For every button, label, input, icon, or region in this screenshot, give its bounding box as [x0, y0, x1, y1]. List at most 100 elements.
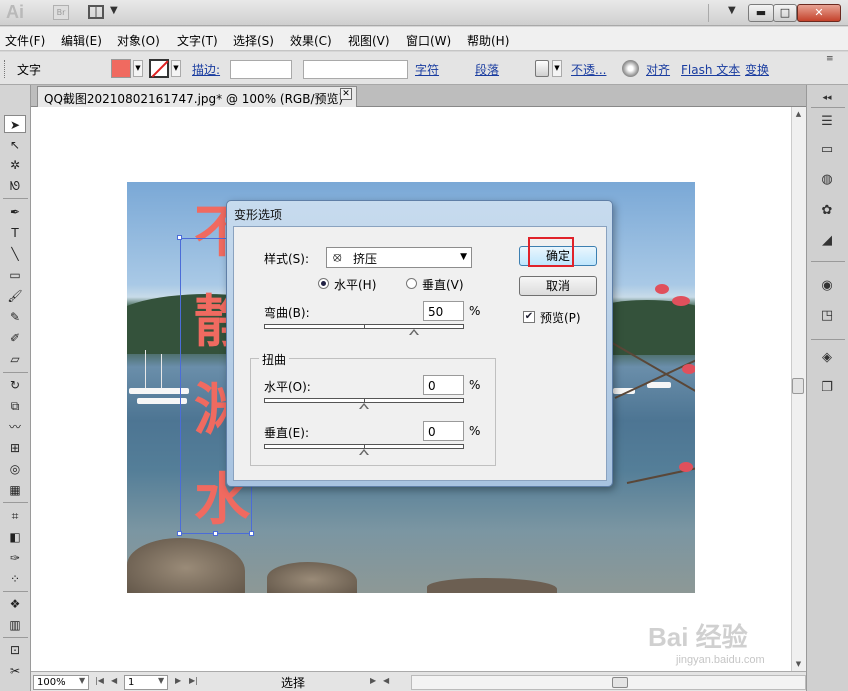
brushes-icon[interactable]: ✿ [817, 202, 837, 220]
rotate-tool-icon[interactable]: ↻ [4, 376, 26, 394]
horizontal-scroll-thumb[interactable] [612, 677, 628, 688]
character-link[interactable]: 字符 [415, 61, 439, 78]
status-menu-icon[interactable]: ▶ [370, 676, 376, 685]
cancel-button[interactable]: 取消 [519, 276, 597, 296]
warp-tool-icon[interactable]: 〰 [4, 418, 26, 436]
eraser-tool-icon[interactable]: ▱ [4, 350, 26, 368]
preview-checkbox[interactable]: ✔ [523, 311, 535, 323]
line-tool-icon[interactable]: ╲ [4, 245, 26, 263]
pencil-tool-icon[interactable]: ✎ [4, 308, 26, 326]
style-select[interactable]: ⦻ 挤压 ▼ [326, 247, 472, 268]
transform-link[interactable]: 变换 [745, 61, 769, 78]
scroll-left-icon[interactable]: ◀ [383, 676, 389, 685]
scroll-down-icon[interactable]: ▼ [792, 658, 805, 670]
horizontal-radio[interactable] [318, 278, 329, 289]
menu-file[interactable]: 文件(F) [5, 32, 45, 49]
selection-tool-icon[interactable]: ➤ [4, 115, 26, 133]
pen-tool-icon[interactable]: ✒ [4, 203, 26, 221]
artboard-tool-icon[interactable]: ⊡ [4, 641, 26, 659]
menu-help[interactable]: 帮助(H) [467, 32, 509, 49]
symbols-icon[interactable]: ◢ [817, 232, 837, 250]
menu-type[interactable]: 文字(T) [177, 32, 218, 49]
bend-slider-knob[interactable] [409, 329, 419, 335]
menu-select[interactable]: 选择(S) [233, 32, 274, 49]
style-input[interactable] [303, 60, 408, 79]
arrange-documents-icon[interactable] [88, 5, 104, 19]
stroke-color-swatch[interactable] [149, 59, 169, 78]
selection-handle[interactable] [177, 235, 182, 240]
layers-icon[interactable]: ◈ [817, 349, 837, 367]
distortion-horizontal-input[interactable]: 0 [423, 375, 464, 395]
previous-artboard-icon[interactable]: ◀ [111, 676, 117, 685]
free-transform-tool-icon[interactable]: ⊞ [4, 439, 26, 457]
eyedropper-tool-icon[interactable]: ✑ [4, 549, 26, 567]
close-button[interactable]: ✕ [797, 4, 841, 22]
fill-dropdown-icon[interactable]: ▼ [133, 60, 143, 77]
close-icon[interactable]: ✕ [340, 88, 352, 100]
distortion-vertical-knob[interactable] [359, 449, 369, 455]
vertical-radio-label[interactable]: 垂直(V) [422, 276, 464, 293]
distortion-horizontal-knob[interactable] [359, 403, 369, 409]
menu-effect[interactable]: 效果(C) [290, 32, 332, 49]
character-style-icon[interactable] [535, 60, 549, 77]
selection-handle[interactable] [177, 531, 182, 536]
scale-tool-icon[interactable]: ⧉ [4, 397, 26, 415]
stroke-link[interactable]: 描边: [192, 61, 220, 78]
appearance-icon[interactable]: ◉ [817, 277, 837, 295]
blend-tool-icon[interactable]: ⁘ [4, 570, 26, 588]
horizontal-radio-label[interactable]: 水平(H) [334, 276, 376, 293]
bend-slider[interactable] [264, 324, 464, 329]
artboards-icon[interactable]: ❐ [817, 379, 837, 397]
grip-handle[interactable] [4, 60, 7, 78]
document-tab[interactable]: QQ截图20210802161747.jpg* @ 100% (RGB/预览) [37, 86, 357, 107]
chevron-down-icon[interactable]: ▼ [79, 676, 85, 685]
scroll-up-icon[interactable]: ▲ [792, 108, 805, 120]
menu-edit[interactable]: 编辑(E) [61, 32, 102, 49]
opacity-link[interactable]: 不透... [571, 61, 606, 78]
selection-handle[interactable] [213, 531, 218, 536]
lasso-tool-icon[interactable]: ᘚ [4, 177, 26, 195]
maximize-button[interactable]: □ [773, 4, 797, 22]
slice-tool-icon[interactable]: ✂ [4, 662, 26, 680]
distortion-vertical-input[interactable]: 0 [423, 421, 464, 441]
panel-menu-icon[interactable]: ≡ [826, 54, 834, 64]
vertical-radio[interactable] [406, 278, 417, 289]
color-panel-icon[interactable]: ▭ [817, 141, 837, 159]
menu-object[interactable]: 对象(O) [117, 32, 160, 49]
align-link[interactable]: 对齐 [646, 61, 670, 78]
swatches-icon[interactable]: ◍ [817, 171, 837, 189]
paragraph-link[interactable]: 段落 [475, 61, 499, 78]
workspace-switcher-icon[interactable]: ▼ [728, 5, 736, 16]
last-artboard-icon[interactable]: ▶| [189, 676, 198, 685]
flash-text-link[interactable]: Flash 文本 [681, 61, 740, 78]
blob-brush-tool-icon[interactable]: ✐ [4, 329, 26, 347]
chevron-down-icon[interactable]: ▼ [110, 5, 118, 16]
bridge-button[interactable]: Br [53, 5, 69, 20]
fill-color-swatch[interactable] [111, 59, 131, 78]
mesh-tool-icon[interactable]: ⌗ [4, 507, 26, 525]
color-guide-icon[interactable]: ☰ [817, 113, 837, 131]
column-graph-tool-icon[interactable]: ▥ [4, 616, 26, 634]
type-tool-icon[interactable]: T [4, 224, 26, 242]
paintbrush-tool-icon[interactable]: 🖌 [4, 287, 26, 305]
graphic-styles-icon[interactable]: ◳ [817, 307, 837, 325]
stroke-weight-input[interactable] [230, 60, 292, 79]
minimize-button[interactable]: ▬ [748, 4, 774, 22]
selection-handle[interactable] [249, 531, 254, 536]
next-artboard-icon[interactable]: ▶ [175, 676, 181, 685]
magic-wand-tool-icon[interactable]: ✲ [4, 156, 26, 174]
chevron-down-icon[interactable]: ▼ [158, 676, 164, 685]
rectangle-tool-icon[interactable]: ▭ [4, 266, 26, 284]
direct-selection-tool-icon[interactable]: ↖ [4, 136, 26, 154]
stroke-dropdown-icon[interactable]: ▼ [171, 60, 181, 77]
shape-builder-tool-icon[interactable]: ◎ [4, 460, 26, 478]
vertical-scroll-thumb[interactable] [792, 378, 804, 394]
perspective-grid-tool-icon[interactable]: ▦ [4, 481, 26, 499]
collapse-icon[interactable]: ◂◂ [817, 89, 837, 107]
bend-input[interactable]: 50 [423, 301, 464, 321]
symbol-sprayer-tool-icon[interactable]: ❖ [4, 595, 26, 613]
horizontal-scrollbar[interactable] [411, 675, 806, 690]
gradient-tool-icon[interactable]: ◧ [4, 528, 26, 546]
recolor-artwork-icon[interactable] [622, 60, 639, 77]
menu-view[interactable]: 视图(V) [348, 32, 390, 49]
